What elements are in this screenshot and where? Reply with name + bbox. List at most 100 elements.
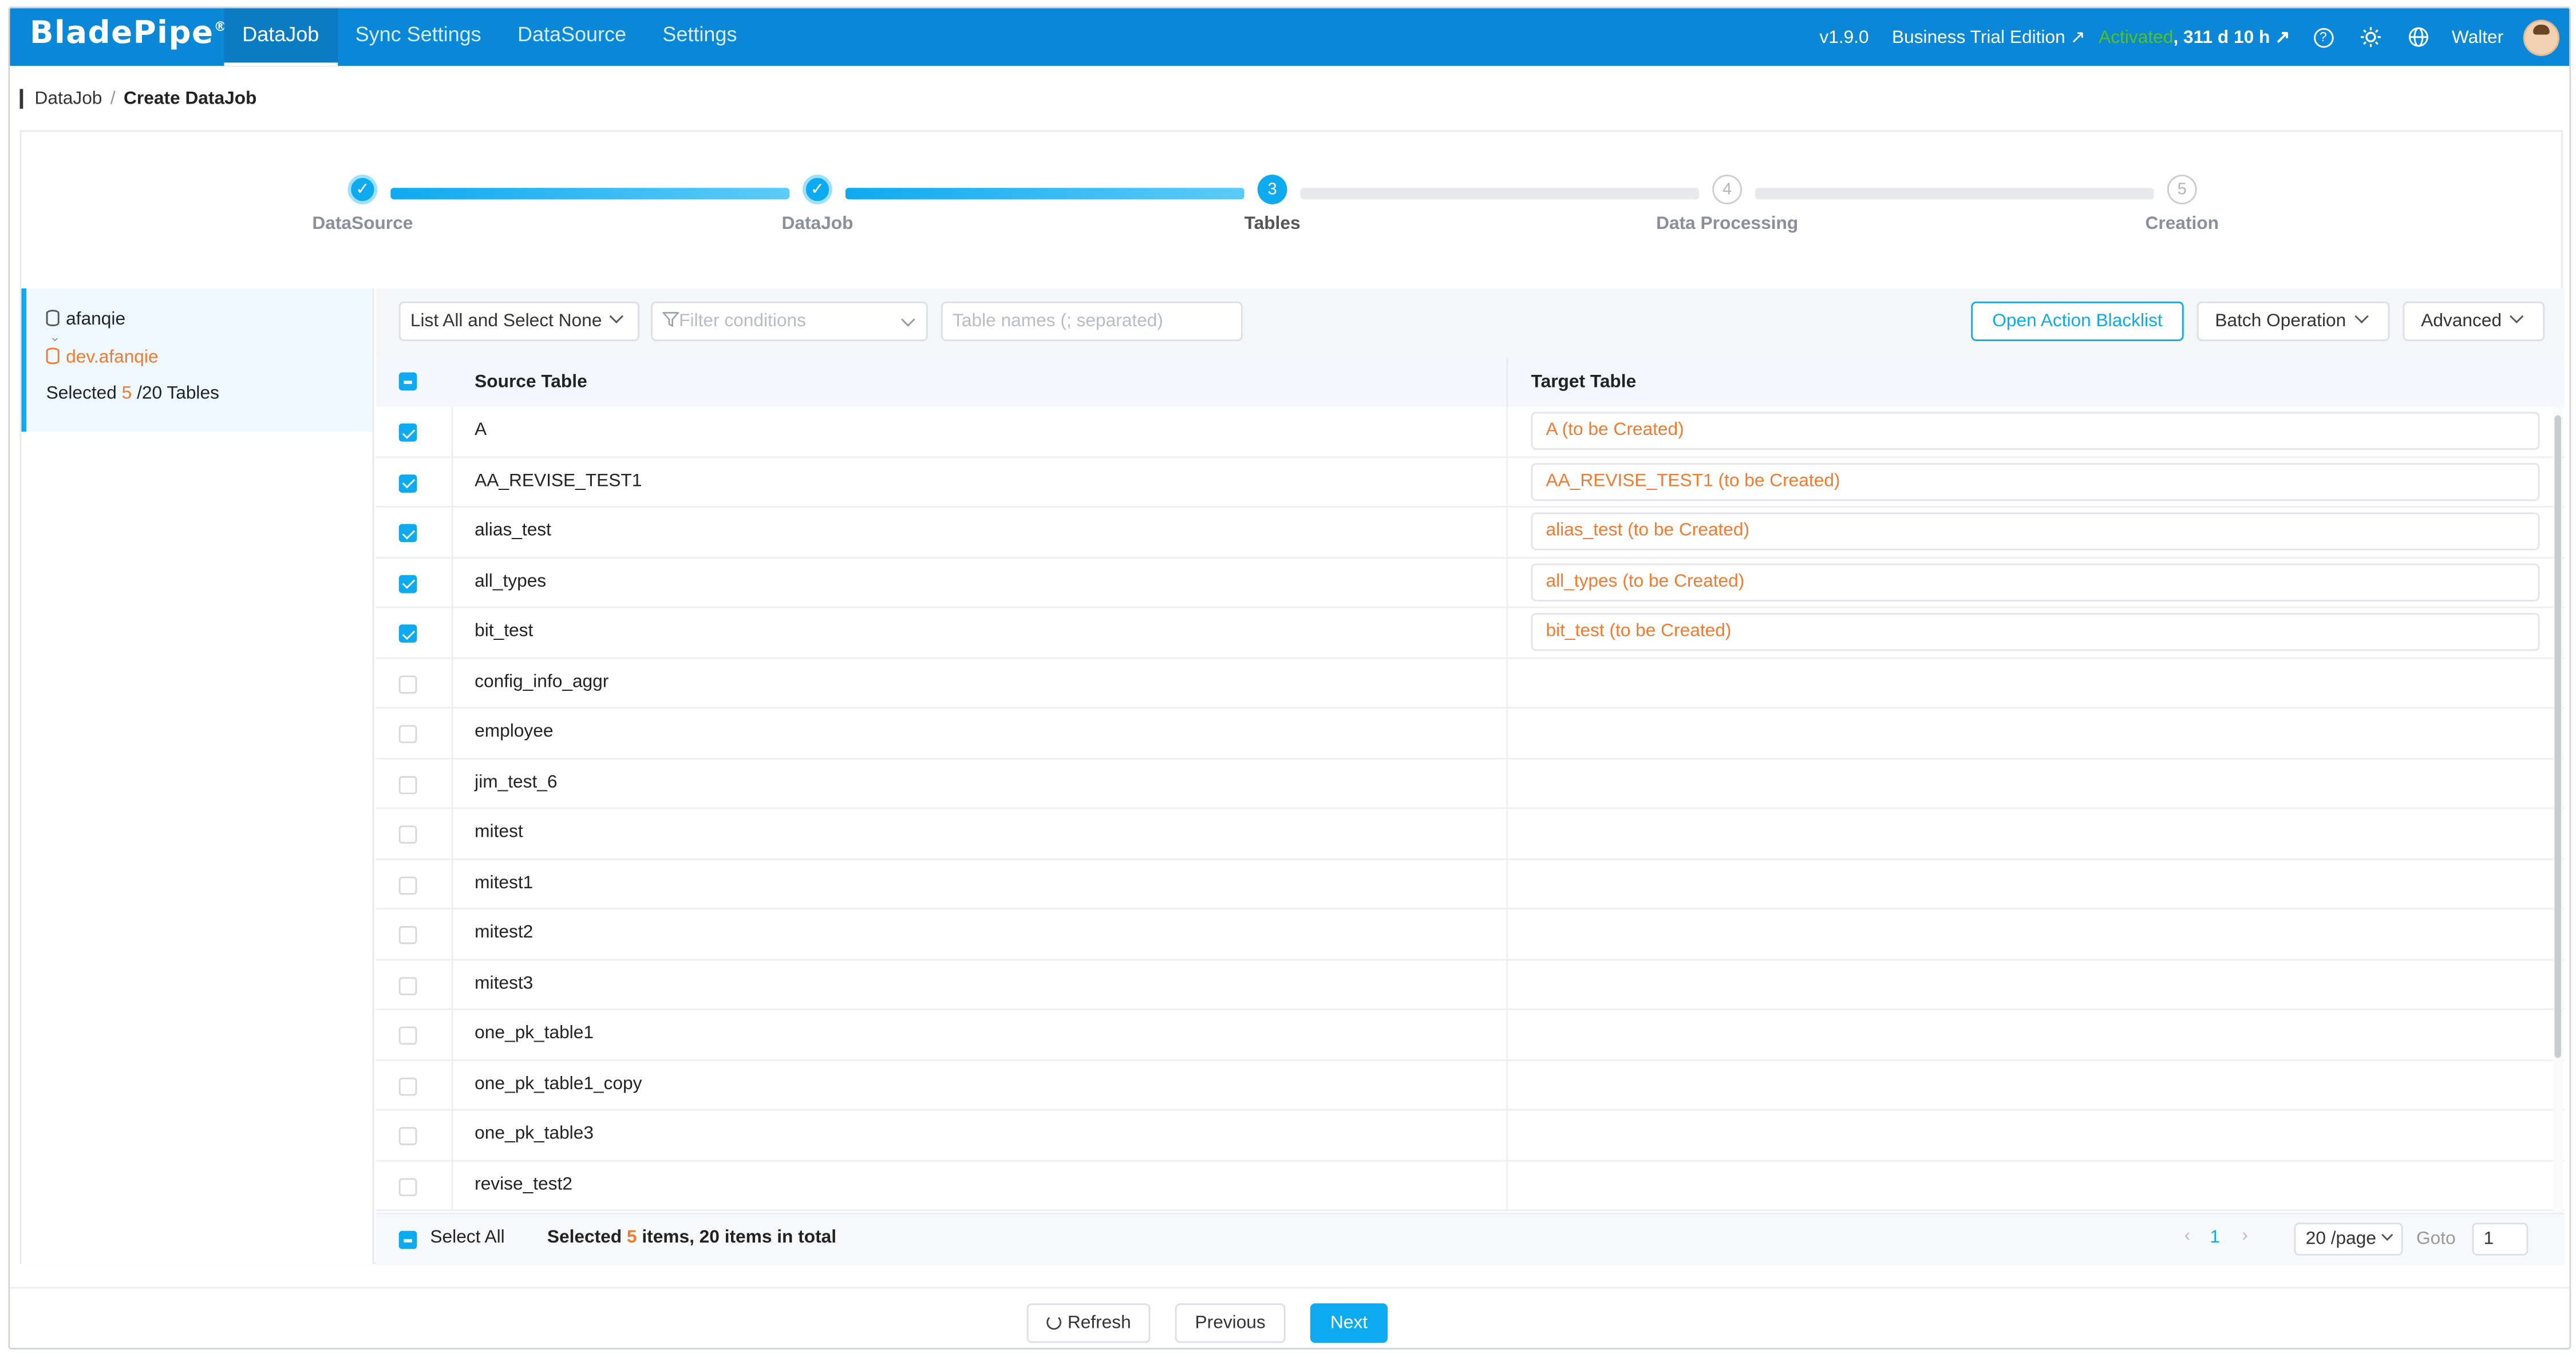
edition-link[interactable]: Business Trial Edition ↗ [1892,26,2085,48]
header-right: v1.9.0 Business Trial Edition ↗ Activate… [1819,8,2569,66]
table-row[interactable]: jim_test_6 [376,758,2565,809]
goto-page-input[interactable]: 1 [2472,1223,2528,1256]
source-table-name: mitest3 [475,973,534,993]
table-row[interactable]: mitest2 [376,909,2565,960]
next-page-icon[interactable]: › [2242,1226,2248,1246]
table-row[interactable]: one_pk_table1 [376,1010,2565,1061]
table-row[interactable]: A A (to be Created) [376,407,2565,457]
open-action-blacklist-button[interactable]: Open Action Blacklist [1971,301,2184,341]
row-checkbox-cell [376,1161,453,1210]
table-row[interactable]: one_pk_table1_copy [376,1060,2565,1111]
previous-button[interactable]: Previous [1175,1303,1286,1343]
user-avatar[interactable] [2523,19,2560,56]
table-row[interactable]: all_types all_types (to be Created) [376,557,2565,608]
scrollbar-thumb[interactable] [2554,415,2561,1058]
nav-datasource[interactable]: DataSource [499,8,644,66]
table-row[interactable]: employee [376,708,2565,759]
main-nav: DataJob Sync Settings DataSource Setting… [224,8,756,66]
nav-settings[interactable]: Settings [645,8,755,66]
source-table-name: mitest1 [475,872,534,892]
filter-conditions-select[interactable]: Filter conditions [651,301,928,341]
row-checkbox[interactable] [398,1026,417,1045]
row-checkbox-cell [376,960,453,1008]
refresh-button[interactable]: Refresh [1026,1303,1151,1343]
row-checkbox[interactable] [398,925,417,944]
page-size-select[interactable]: 20 /page [2294,1223,2403,1256]
advanced-button[interactable]: Advanced [2403,301,2545,341]
source-panel: afanqie ⌄ dev.afanqie Selected 5 /20 Tab… [21,288,374,1264]
table-footer: Select All Selected 5 items, 20 items in… [376,1212,2565,1266]
filter-icon [661,305,680,341]
target-table-field[interactable]: all_types (to be Created) [1531,563,2540,601]
target-table-field[interactable]: alias_test (to be Created) [1531,512,2540,551]
table-names-input[interactable]: Table names (; separated) [941,301,1243,341]
batch-operation-button[interactable]: Batch Operation [2196,301,2390,341]
schema-icon [46,347,60,365]
row-checkbox[interactable] [398,524,417,543]
bladepipe-logo[interactable]: BladePipe® [30,15,228,51]
table-row[interactable]: mitest1 [376,859,2565,910]
source-table-name: one_pk_table1_copy [475,1073,642,1094]
row-checkbox[interactable] [398,825,417,844]
list-mode-select[interactable]: List All and Select None [398,301,640,341]
target-table-field[interactable]: AA_REVISE_TEST1 (to be Created) [1531,462,2540,500]
step-creation: 5 Creation [2067,175,2297,234]
row-checkbox[interactable] [398,1177,417,1196]
header-select-checkbox[interactable] [398,372,417,391]
chevron-down-icon [2509,309,2524,323]
user-name[interactable]: Walter [2452,27,2503,48]
nav-sync-settings[interactable]: Sync Settings [337,8,499,66]
top-navbar: BladePipe® DataJob Sync Settings DataSou… [10,8,2570,66]
row-checkbox[interactable] [398,574,417,593]
row-checkbox[interactable] [398,1127,417,1145]
row-checkbox[interactable] [398,473,417,492]
row-checkbox[interactable] [398,674,417,693]
row-checkbox[interactable] [398,976,417,995]
next-button[interactable]: Next [1310,1303,1388,1343]
row-checkbox[interactable] [398,876,417,894]
source-table-name: revise_test2 [475,1174,572,1194]
select-all-label[interactable]: Select All [430,1228,504,1248]
row-checkbox[interactable] [398,624,417,643]
selected-tables-count: Selected 5 /20 Tables [46,383,219,404]
row-checkbox-cell [376,507,453,556]
table-row[interactable]: mitest [376,809,2565,860]
source-table-name: A [475,420,487,440]
source-table-name: bit_test [475,621,534,641]
bottom-action-bar: Refresh Previous Next [10,1287,2570,1348]
table-row[interactable]: bit_test bit_test (to be Created) [376,608,2565,659]
target-table-field[interactable]: bit_test (to be Created) [1531,612,2540,651]
breadcrumb-datajob[interactable]: DataJob [34,89,102,109]
table-row[interactable]: AA_REVISE_TEST1 AA_REVISE_TEST1 (to be Cr… [376,457,2565,508]
chevron-down-icon [901,312,915,327]
target-table-field[interactable]: A (to be Created) [1531,412,2540,450]
source-table-name: mitest [475,822,523,842]
step-tables: 3 Tables [1157,175,1388,234]
source-table-name: config_info_aggr [475,671,609,691]
table-row[interactable]: one_pk_table3 [376,1110,2565,1161]
row-checkbox[interactable] [398,1077,417,1095]
table-row[interactable]: config_info_aggr [376,658,2565,709]
theme-sun-icon[interactable] [2360,26,2381,48]
table-row[interactable]: mitest3 [376,960,2565,1010]
source-item[interactable]: afanqie ⌄ dev.afanqie Selected 5 /20 Tab… [21,288,373,432]
table-row[interactable]: revise_test2 [376,1161,2565,1212]
step-number: 5 [2167,175,2197,204]
row-checkbox-cell [376,859,453,908]
source-table-name: AA_REVISE_TEST1 [475,470,642,490]
row-checkbox[interactable] [398,725,417,743]
row-checkbox-cell [376,658,453,707]
help-icon[interactable]: ? [2313,27,2333,48]
table-header: Source Table Target Table [376,357,2565,409]
select-all-checkbox[interactable] [398,1231,417,1249]
table-scrollbar[interactable] [2553,407,2563,1213]
nav-datajob[interactable]: DataJob [224,8,337,66]
remaining-time-link[interactable]: , 311 d 10 h ↗ [2173,26,2290,48]
page-number[interactable]: 1 [2210,1228,2220,1248]
language-globe-icon[interactable] [2407,26,2428,48]
table-row[interactable]: alias_test alias_test (to be Created) [376,507,2565,558]
refresh-icon [1046,1315,1061,1330]
row-checkbox[interactable] [398,423,417,442]
prev-page-icon[interactable]: ‹ [2184,1226,2191,1246]
row-checkbox[interactable] [398,775,417,794]
